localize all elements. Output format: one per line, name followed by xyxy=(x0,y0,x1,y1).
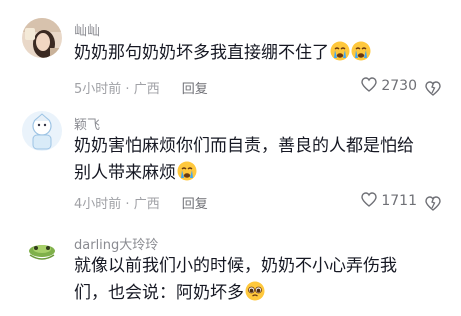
comment-text-line: 别人带来麻烦 xyxy=(74,163,176,183)
comment-text-line: 们，也会说：阿奶坏多 xyxy=(74,283,244,303)
comment-meta: 5小时前 · 广西 回复 xyxy=(74,82,208,97)
like-button[interactable]: 1711 xyxy=(361,192,417,209)
like-count: 1711 xyxy=(381,193,417,209)
heart-icon xyxy=(361,192,378,207)
timestamp: 4小时前 xyxy=(74,197,122,212)
avatar[interactable] xyxy=(22,111,62,151)
dislike-icon[interactable] xyxy=(425,79,441,96)
username[interactable]: 屾屾 xyxy=(74,20,100,39)
like-count: 2730 xyxy=(381,78,417,94)
like-button[interactable]: 2730 xyxy=(361,77,417,94)
heart-icon xyxy=(361,77,378,92)
comment-text: 奶奶那句奶奶坏多我直接绷不住了 xyxy=(74,40,446,67)
comment-text-line: 就像以前我们小的时候，奶奶不小心弄伤我 xyxy=(74,256,397,276)
timestamp: 5小时前 xyxy=(74,82,122,97)
comment-item: 屾屾 奶奶那句奶奶坏多我直接绷不住了 5小时前 · 广西 回复 2730 xyxy=(0,0,461,105)
comment-meta: 4小时前 · 广西 回复 xyxy=(74,197,208,212)
pleading-emoji-icon xyxy=(245,281,265,301)
avatar[interactable] xyxy=(22,18,62,58)
ip-location: 广西 xyxy=(133,82,160,97)
comment-item: 颖飞 奶奶害怕麻烦你们而自责，善良的人都是怕给 别人带来麻烦 4小时前 · 广西… xyxy=(0,105,461,217)
reply-button[interactable]: 回复 xyxy=(182,197,208,212)
reply-button[interactable]: 回复 xyxy=(182,82,208,97)
avatar[interactable] xyxy=(22,227,62,267)
comment-text: 就像以前我们小的时候，奶奶不小心弄伤我 们，也会说：阿奶坏多 xyxy=(74,253,446,307)
comment-text-body: 奶奶那句奶奶坏多我直接绷不住了 xyxy=(74,43,329,63)
comment-item: darling大玲玲 就像以前我们小的时候，奶奶不小心弄伤我 们，也会说：阿奶坏… xyxy=(0,217,461,316)
crying-emoji-icon xyxy=(330,41,350,61)
crying-emoji-icon xyxy=(351,41,371,61)
username[interactable]: 颖飞 xyxy=(74,114,100,133)
dislike-icon[interactable] xyxy=(425,194,441,211)
comment-text: 奶奶害怕麻烦你们而自责，善良的人都是怕给 别人带来麻烦 xyxy=(74,133,446,187)
comment-text-line: 奶奶害怕麻烦你们而自责，善良的人都是怕给 xyxy=(74,136,414,156)
crying-emoji-icon xyxy=(177,161,197,181)
ip-location: 广西 xyxy=(133,197,160,212)
username[interactable]: darling大玲玲 xyxy=(74,234,158,253)
